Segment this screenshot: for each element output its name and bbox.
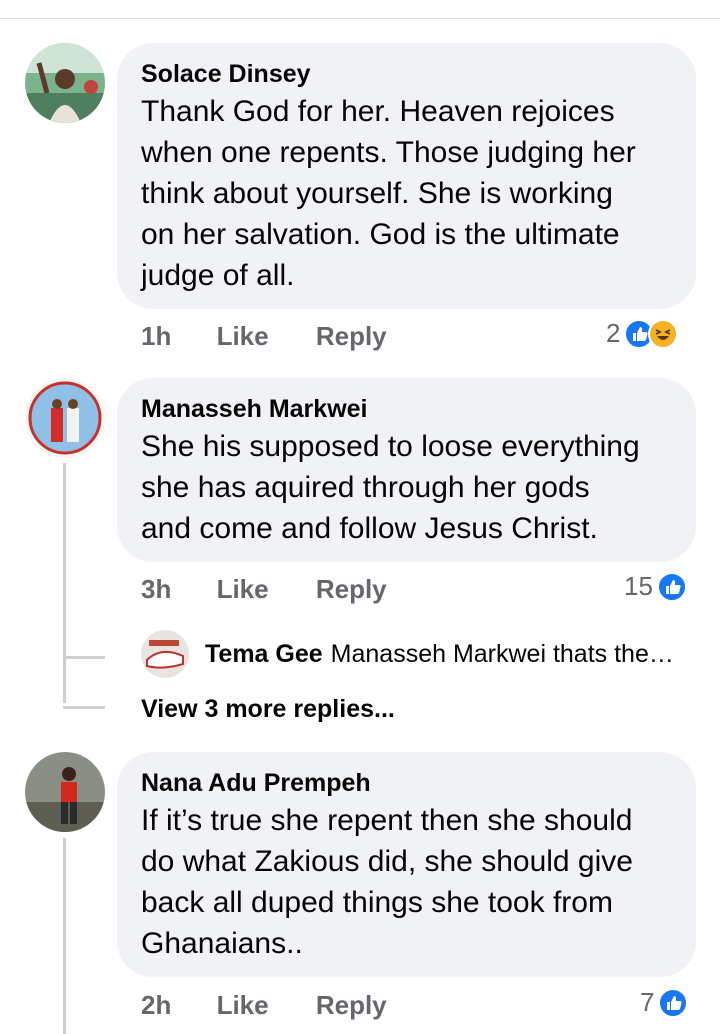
like-icon (656, 571, 687, 602)
avatar-solace-dinsey[interactable] (25, 43, 105, 123)
reply-preview[interactable]: Tema Gee Manasseh Markwei thats the… (141, 630, 674, 678)
reaction-summary[interactable]: 7 (640, 987, 689, 1018)
comment-line: she has aquired through her gods (141, 471, 590, 504)
comment-text: She his supposed to loose everything she… (141, 426, 672, 549)
comment-line: If it’s true she repent then she should (141, 804, 633, 837)
comment-author[interactable]: Solace Dinsey (141, 57, 672, 91)
avatar-photo (25, 752, 105, 832)
thread-branch (63, 706, 105, 709)
like-button[interactable]: Like (217, 574, 269, 605)
comment-line: judge of all. (141, 259, 295, 292)
avatar-nana-adu-prempeh[interactable] (25, 752, 105, 832)
comment-line: She his supposed to loose everything (141, 430, 640, 463)
top-divider (0, 18, 720, 19)
comment-actions: 2h Like Reply (141, 990, 387, 1021)
reply-button[interactable]: Reply (316, 990, 387, 1021)
avatar-photo (25, 43, 105, 123)
reaction-summary[interactable]: 2 (606, 318, 679, 349)
reply-button[interactable]: Reply (316, 574, 387, 605)
thread-branch (63, 656, 105, 659)
comment-line: back all duped things she took from (141, 886, 613, 919)
avatar-photo (25, 378, 105, 458)
comment-time[interactable]: 1h (141, 321, 171, 352)
avatar-manasseh-markwei[interactable] (25, 378, 105, 458)
reply-author[interactable]: Tema Gee (205, 640, 323, 669)
like-button[interactable]: Like (217, 321, 269, 352)
reaction-count: 7 (640, 987, 655, 1017)
comment-line: Thank God for her. Heaven rejoices (141, 95, 615, 128)
comment-time[interactable]: 2h (141, 990, 171, 1021)
reaction-count: 2 (606, 318, 621, 348)
comment-actions: 3h Like Reply (141, 574, 387, 605)
reaction-summary[interactable]: 15 (624, 571, 687, 602)
avatar-photo (141, 630, 189, 678)
like-button[interactable]: Like (217, 990, 269, 1021)
view-more-replies-link[interactable]: View 3 more replies... (141, 695, 395, 724)
reply-text: Manasseh Markwei thats the… (330, 639, 674, 668)
comment-bubble: Solace Dinsey Thank God for her. Heaven … (117, 43, 696, 309)
comment-line: Ghanaians.. (141, 927, 303, 960)
comment-text: Thank God for her. Heaven rejoices when … (141, 91, 672, 296)
reply-button[interactable]: Reply (316, 321, 387, 352)
comment-line: when one repents. Those judging her (141, 136, 636, 169)
comment-time[interactable]: 3h (141, 574, 171, 605)
comment-text: If it’s true she repent then she should … (141, 800, 672, 964)
comment-line: and come and follow Jesus Christ. (141, 512, 598, 545)
thread-line (63, 838, 66, 1034)
thread-line (63, 463, 66, 703)
avatar-tema-gee[interactable] (141, 630, 189, 678)
comment-actions: 1h Like Reply (141, 321, 387, 352)
comment-bubble: Manasseh Markwei She his supposed to loo… (117, 378, 696, 562)
haha-icon (648, 318, 679, 349)
like-icon (658, 987, 689, 1018)
reaction-count: 15 (624, 571, 653, 601)
comment-bubble: Nana Adu Prempeh If it’s true she repent… (117, 752, 696, 977)
comment-author[interactable]: Manasseh Markwei (141, 392, 672, 426)
comment-author[interactable]: Nana Adu Prempeh (141, 766, 672, 800)
comment-line: on her salvation. God is the ultimate (141, 218, 620, 251)
comment-line: think about yourself. She is working (141, 177, 613, 210)
comment-line: do what Zakious did, she should give (141, 845, 633, 878)
